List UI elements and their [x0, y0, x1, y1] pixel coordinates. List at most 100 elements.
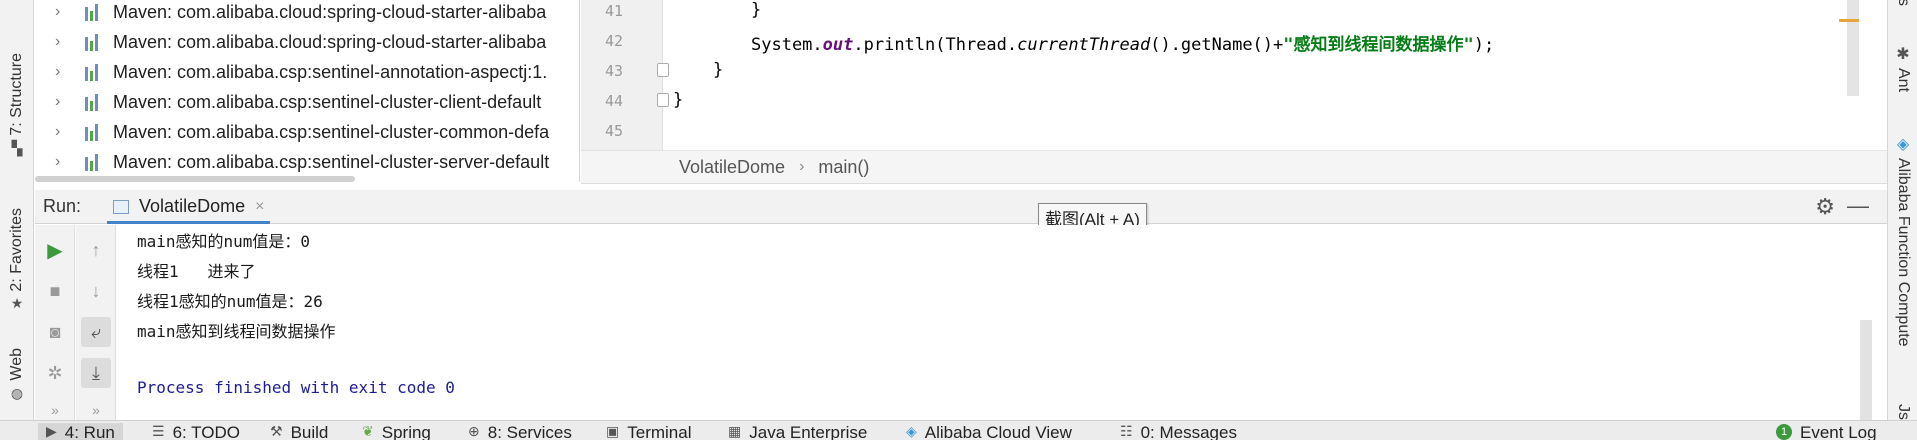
alibaba-function-compute-tab[interactable]: ◈ Alibaba Function Compute	[1890, 134, 1916, 347]
favorites-tab-label: 2: Favorites	[8, 207, 25, 292]
run-panel-header: Run: VolatileDome × ⚙ —	[35, 190, 1887, 224]
tab-label: Build	[290, 423, 329, 440]
minimize-icon[interactable]: —	[1847, 193, 1869, 219]
arrow-up-icon[interactable]: ↑	[81, 235, 111, 265]
settings-bug-icon[interactable]: ✲	[40, 358, 70, 388]
code-editor[interactable]: 41 42 43 44 45 } System.out.println(Thre…	[581, 0, 1887, 150]
java-enterprise-icon: ▦	[728, 423, 742, 439]
alibaba-cloud-icon: ◈	[1896, 136, 1910, 153]
ant-tool-tab[interactable]: ✱ Ant	[1890, 44, 1916, 92]
line-number: 41	[604, 2, 623, 20]
left-tool-strip: 7: Structure ▚ 2: Favorites ★ Web ◍	[0, 0, 34, 420]
line-number: 45	[604, 122, 623, 140]
camera-icon[interactable]: ◙	[40, 317, 70, 347]
bottom-tool-tabs: ▶ 4: Run ☰ 6: TODO ⚒ Build ❦ Spring ⊕ 8:…	[0, 420, 1917, 440]
fold-marker-icon[interactable]	[657, 93, 669, 107]
right-tab-partial-top[interactable]: s	[1890, 0, 1916, 6]
tab-messages[interactable]: ☷ 0: Messages	[1120, 423, 1237, 440]
web-tab-label: Web	[8, 348, 25, 381]
run-icon: ▶	[46, 423, 57, 439]
web-tool-tab[interactable]: Web ◍	[4, 340, 30, 410]
tab-label: 6: TODO	[172, 423, 240, 440]
favorites-tool-tab[interactable]: 2: Favorites ★	[4, 200, 30, 320]
tab-java-enterprise[interactable]: ▦ Java Enterprise	[728, 423, 867, 440]
code-token: );	[1473, 35, 1495, 55]
run-toolbar-secondary: ↑ ↓ ⤶ ⤓ »	[76, 225, 116, 420]
tab-label: Java Enterprise	[749, 423, 868, 440]
close-icon[interactable]: ×	[255, 198, 264, 216]
tab-alibaba-cloud-view[interactable]: ◈ Alibaba Cloud View	[906, 423, 1072, 440]
chevron-right-icon[interactable]: ›	[55, 3, 75, 21]
tab-build[interactable]: ⚒ Build	[270, 423, 328, 440]
line-number: 44	[604, 92, 623, 110]
chevron-right-icon[interactable]: ›	[55, 63, 75, 81]
code-line-43: }	[713, 60, 724, 80]
line-number: 42	[604, 32, 623, 50]
tree-item[interactable]: › Maven: com.alibaba.cloud:spring-cloud-…	[35, 27, 579, 57]
tab-services[interactable]: ⊕ 8: Services	[468, 423, 572, 440]
spring-icon: ❦	[362, 423, 374, 439]
tab-spring[interactable]: ❦ Spring	[362, 423, 431, 440]
code-token-static-method: currentThread	[1017, 35, 1151, 55]
gear-icon[interactable]: ⚙	[1815, 194, 1835, 220]
tab-run[interactable]: ▶ 4: Run	[38, 423, 123, 440]
editor-gutter: 41 42 43 44 45	[581, 0, 669, 150]
event-log-badge: 1	[1776, 424, 1792, 440]
code-line-44: }	[673, 90, 684, 110]
run-toolbar-primary: ▶ ■ ◙ ✲ »	[35, 225, 75, 420]
structure-tool-tab[interactable]: 7: Structure ▚	[4, 50, 30, 160]
console-vertical-scrollbar[interactable]	[1860, 320, 1872, 420]
tab-label: Terminal	[627, 423, 692, 440]
chevron-right-icon[interactable]: ›	[55, 33, 75, 51]
breadcrumb-method[interactable]: main()	[818, 157, 869, 178]
ant-tab-label: Ant	[1895, 68, 1912, 93]
run-config-tab[interactable]: VolatileDome ×	[107, 190, 271, 224]
console-line: 线程1感知的num值是：26	[137, 292, 323, 311]
scroll-to-end-icon[interactable]: ⤓	[81, 358, 111, 388]
tab-todo[interactable]: ☰ 6: TODO	[152, 423, 240, 440]
console-line: main感知到线程间数据操作	[137, 322, 336, 341]
tab-terminal[interactable]: ▣ Terminal	[606, 423, 691, 440]
stop-icon[interactable]: ■	[40, 276, 70, 306]
code-token-string: "感知到线程间数据操作"	[1283, 35, 1474, 55]
library-icon	[85, 63, 107, 81]
tree-item[interactable]: › Maven: com.alibaba.csp:sentinel-cluste…	[35, 147, 579, 177]
tab-event-log[interactable]: 1 Event Log	[1776, 423, 1877, 440]
tab-label: 4: Run	[64, 423, 115, 440]
todo-icon: ☰	[152, 423, 165, 439]
tree-item[interactable]: › Maven: com.alibaba.csp:sentinel-cluste…	[35, 117, 579, 147]
star-icon: ★	[10, 295, 24, 312]
tree-item-label: Maven: com.alibaba.csp:sentinel-annotati…	[113, 61, 548, 82]
library-icon	[85, 33, 107, 51]
console-line: 线程1 进来了	[137, 262, 256, 281]
breadcrumb-class[interactable]: VolatileDome	[679, 157, 785, 178]
run-panel-title: Run:	[43, 196, 82, 216]
console-output[interactable]: main感知的num值是：0 线程1 进来了 线程1感知的num值是：26 ma…	[117, 225, 1872, 420]
library-icon	[85, 3, 107, 21]
tree-horizontal-scrollbar[interactable]	[35, 176, 355, 182]
tree-item-label: Maven: com.alibaba.cloud:spring-cloud-st…	[113, 1, 547, 22]
soft-wrap-icon[interactable]: ⤶	[81, 317, 111, 347]
right-tab-label: s	[1895, 0, 1912, 6]
code-line-41: }	[751, 0, 762, 20]
chevron-right-icon[interactable]: ›	[55, 153, 75, 171]
tree-item-label: Maven: com.alibaba.csp:sentinel-cluster-…	[113, 151, 550, 172]
library-icon	[85, 153, 107, 171]
chevron-right-icon[interactable]: ›	[55, 123, 75, 141]
tree-item[interactable]: › Maven: com.alibaba.cloud:spring-cloud-…	[35, 0, 579, 27]
rerun-icon[interactable]: ▶	[40, 235, 70, 265]
tree-item[interactable]: › Maven: com.alibaba.csp:sentinel-annota…	[35, 57, 579, 87]
tree-item[interactable]: › Maven: com.alibaba.csp:sentinel-cluste…	[35, 87, 579, 117]
editor-vertical-scrollbar[interactable]	[1847, 0, 1859, 96]
chevron-right-icon[interactable]: ›	[55, 93, 75, 111]
services-icon: ⊕	[468, 423, 480, 439]
js-tool-tab[interactable]: Js	[1890, 404, 1916, 420]
web-icon: ◍	[10, 384, 24, 401]
tab-label: Alibaba Cloud View	[924, 423, 1072, 440]
arrow-down-icon[interactable]: ↓	[81, 276, 111, 306]
fold-marker-icon[interactable]	[657, 63, 669, 77]
code-token-static-field: out	[822, 35, 854, 55]
warning-marker[interactable]	[1839, 19, 1859, 22]
tab-label: Spring	[381, 423, 431, 440]
run-tab-label: VolatileDome	[139, 196, 246, 216]
